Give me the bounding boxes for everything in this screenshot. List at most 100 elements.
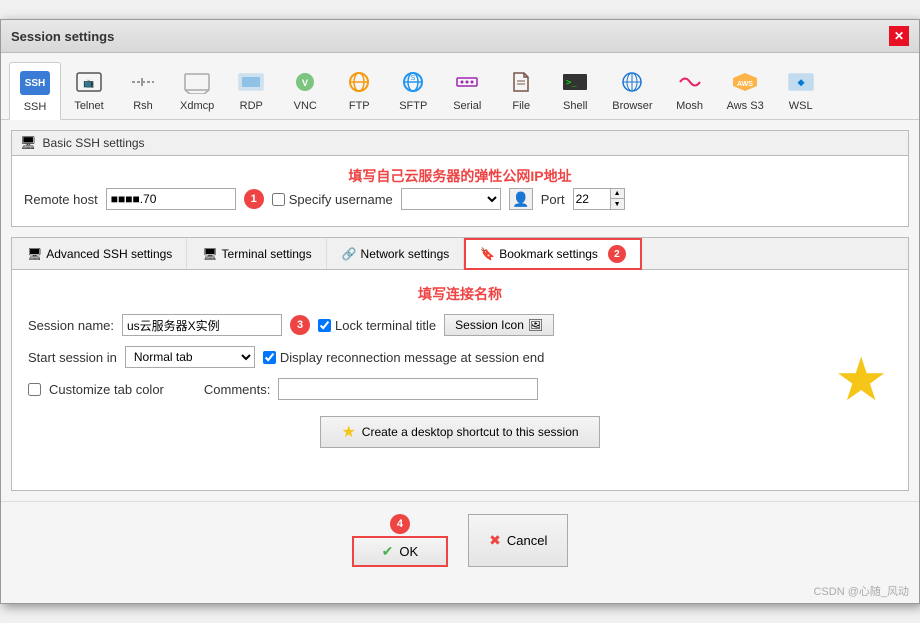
lock-terminal-row: Lock terminal title: [318, 318, 436, 333]
tab-xdmcp-label: Xdmcp: [180, 100, 214, 112]
ssh-icon: SSH: [19, 67, 51, 99]
tab-ssh-label: SSH: [24, 101, 47, 113]
specify-username-checkbox-row: Specify username: [272, 192, 393, 207]
basic-ssh-tab-header: 🖥 Basic SSH settings: [12, 131, 908, 156]
vnc-icon: V: [289, 66, 321, 98]
tab-mosh[interactable]: Mosh: [664, 61, 716, 119]
tab-terminal[interactable]: 🖥 Terminal settings: [187, 238, 326, 269]
remote-host-row: Remote host 1 Specify username 👤 Port: [24, 188, 896, 210]
session-icon-img: 🖼: [528, 318, 543, 332]
start-session-label: Start session in: [28, 350, 117, 365]
customize-tab-row: Customize tab color: [28, 382, 164, 397]
port-spinners: ▲ ▼: [610, 189, 624, 209]
bookmark-tab-content: 填写连接名称 Session name: 3 Lock terminal tit…: [12, 270, 908, 490]
tab-network[interactable]: 🔗 Network settings: [327, 238, 465, 269]
start-session-dropdown[interactable]: Normal tab Maximized Full screen: [125, 346, 255, 368]
annotation-3: 3: [290, 315, 310, 335]
tab-terminal-label: Terminal settings: [222, 247, 312, 261]
shell-icon: >_: [559, 66, 591, 98]
basic-ssh-content: 填写自己云服务器的弹性公网IP地址 Remote host 1 Specify …: [12, 156, 908, 226]
tab-file[interactable]: File: [495, 61, 547, 119]
main-content: 🖥 Basic SSH settings 填写自己云服务器的弹性公网IP地址 R…: [1, 120, 919, 501]
mosh-icon: [674, 66, 706, 98]
display-reconnect-cb: Display reconnection message at session …: [263, 350, 544, 365]
port-input[interactable]: [574, 189, 610, 209]
protocol-tabs-row: SSH SSH 📺 Telnet Rsh Xdmcp: [1, 53, 919, 120]
tab-serial[interactable]: Serial: [441, 61, 493, 119]
tab-rdp-label: RDP: [240, 100, 263, 112]
tab-bookmark[interactable]: 🔖 Bookmark settings 2: [464, 238, 642, 270]
bottom-bar: 4 ✔ OK ✖ Cancel: [1, 501, 919, 579]
tab-sftp[interactable]: S SFTP: [387, 61, 439, 119]
shortcut-button[interactable]: ★ Create a desktop shortcut to this sess…: [320, 416, 599, 448]
display-reconnect-checkbox[interactable]: [263, 351, 276, 364]
cancel-icon: ✖: [489, 532, 501, 549]
session-settings-dialog: Session settings ✕ SSH SSH 📺 Telnet Rsh: [0, 19, 920, 604]
dialog-title: Session settings: [11, 29, 114, 44]
tab-network-label: Network settings: [361, 247, 450, 261]
terminal-icon: 🖥: [202, 247, 217, 261]
star-decoration: ★: [834, 350, 888, 410]
rsh-icon: [127, 66, 159, 98]
lower-tabs-container: 🖥 Advanced SSH settings 🖥 Terminal setti…: [11, 237, 909, 491]
svg-text:AWS: AWS: [737, 81, 753, 88]
tab-rsh[interactable]: Rsh: [117, 61, 169, 119]
tab-wsl-label: WSL: [789, 100, 813, 112]
close-button[interactable]: ✕: [889, 26, 909, 46]
cancel-button[interactable]: ✖ Cancel: [468, 514, 568, 567]
session-icon-button[interactable]: Session Icon 🖼: [444, 314, 554, 336]
tab-vnc[interactable]: V VNC: [279, 61, 331, 119]
lower-tabs-header: 🖥 Advanced SSH settings 🖥 Terminal setti…: [12, 238, 908, 270]
tab-awss3[interactable]: AWS Aws S3: [718, 61, 773, 119]
comments-input[interactable]: [278, 378, 538, 400]
port-spin-down[interactable]: ▼: [610, 199, 624, 209]
title-bar: Session settings ✕: [1, 20, 919, 53]
tab-awss3-label: Aws S3: [727, 100, 764, 112]
tab-xdmcp[interactable]: Xdmcp: [171, 61, 223, 119]
tab-telnet-label: Telnet: [74, 100, 103, 112]
serial-icon: [451, 66, 483, 98]
annotation-4: 4: [390, 514, 410, 534]
tab-rdp[interactable]: RDP: [225, 61, 277, 119]
port-spin-up[interactable]: ▲: [610, 189, 624, 199]
tab-ftp[interactable]: FTP: [333, 61, 385, 119]
annotation-text-ip: 填写自己云服务器的弹性公网IP地址: [24, 166, 896, 186]
start-session-row: Start session in Normal tab Maximized Fu…: [28, 346, 892, 368]
session-name-input[interactable]: [122, 314, 282, 336]
tab-file-label: File: [512, 100, 530, 112]
session-name-row: Session name: 3 Lock terminal title Sess…: [28, 314, 892, 336]
svg-text:V: V: [302, 78, 308, 88]
awss3-icon: AWS: [729, 66, 761, 98]
session-icon-label: Session Icon: [455, 318, 524, 332]
comments-row: Comments:: [204, 378, 538, 400]
bookmark-annotation-text: 填写连接名称: [28, 284, 892, 304]
cancel-label: Cancel: [507, 533, 547, 548]
svg-text:❖: ❖: [797, 78, 805, 88]
svg-text:S: S: [411, 75, 416, 82]
tab-browser[interactable]: Browser: [603, 61, 661, 119]
advanced-ssh-icon: 🖥: [27, 247, 42, 261]
tab-bookmark-label: Bookmark settings: [499, 247, 598, 261]
tab-telnet[interactable]: 📺 Telnet: [63, 61, 115, 119]
tab-shell[interactable]: >_ Shell: [549, 61, 601, 119]
tab-wsl[interactable]: ❖ WSL: [775, 61, 827, 119]
tab-mosh-label: Mosh: [676, 100, 703, 112]
basic-ssh-panel: 🖥 Basic SSH settings 填写自己云服务器的弹性公网IP地址 R…: [11, 130, 909, 227]
file-icon: [505, 66, 537, 98]
lock-terminal-checkbox[interactable]: [318, 319, 331, 332]
watermark-text: CSDN @心随_风动: [813, 586, 909, 598]
user-icon-button[interactable]: 👤: [509, 188, 533, 210]
username-dropdown[interactable]: [401, 188, 501, 210]
shortcut-btn-row: ★ Create a desktop shortcut to this sess…: [28, 416, 892, 448]
shortcut-label: Create a desktop shortcut to this sessio…: [362, 425, 579, 439]
xdmcp-icon: [181, 66, 213, 98]
tab-rsh-label: Rsh: [133, 100, 153, 112]
tab-advanced-ssh[interactable]: 🖥 Advanced SSH settings: [12, 238, 187, 269]
customize-tab-label: Customize tab color: [49, 382, 164, 397]
ok-button[interactable]: ✔ OK: [352, 536, 449, 567]
telnet-icon: 📺: [73, 66, 105, 98]
customize-tab-checkbox[interactable]: [28, 383, 41, 396]
tab-ssh[interactable]: SSH SSH: [9, 62, 61, 120]
specify-username-checkbox[interactable]: [272, 193, 285, 206]
remote-host-input[interactable]: [106, 188, 236, 210]
